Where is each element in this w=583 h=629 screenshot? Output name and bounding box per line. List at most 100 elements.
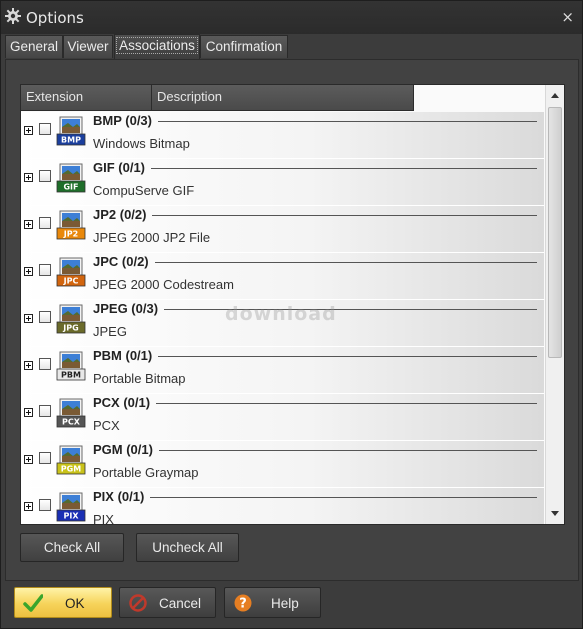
extension-description: Windows Bitmap [93,136,190,151]
options-window: Options × General Viewer Associations Co… [0,0,583,629]
svg-text:PBM: PBM [61,371,81,380]
image-file-icon: PCX [56,398,86,428]
title-bar[interactable]: Options × [1,1,582,34]
expand-icon[interactable] [24,267,33,276]
extension-list[interactable]: Extension Description BMP BMP (0/3) Window… [20,84,565,525]
expand-icon[interactable] [24,220,33,229]
help-icon: ? [234,594,252,612]
svg-text:JP2: JP2 [63,230,78,239]
help-button[interactable]: ? Help [224,587,321,618]
gear-icon [5,8,21,24]
row-checkbox[interactable] [39,123,51,135]
extension-name: BMP (0/3) [93,113,152,128]
extension-name: PIX (0/1) [93,489,145,504]
cancel-label: Cancel [159,596,202,611]
checkmark-icon [23,594,43,612]
image-file-icon: JPG [56,304,86,334]
column-extension[interactable]: Extension [21,85,152,111]
expand-icon[interactable] [24,455,33,464]
separator-line [158,356,537,357]
tab-associations[interactable]: Associations [114,34,200,59]
extension-name: JPC (0/2) [93,254,149,269]
window-title: Options [26,9,84,27]
row-checkbox[interactable] [39,217,51,229]
row-checkbox[interactable] [39,405,51,417]
row-checkbox[interactable] [39,264,51,276]
expand-icon[interactable] [24,126,33,135]
extension-description: JPEG [93,324,127,339]
scroll-down-arrow-icon[interactable] [551,511,559,516]
image-file-icon: PGM [56,445,86,475]
extension-name: JPEG (0/3) [93,301,159,316]
image-file-icon: PIX [56,492,86,522]
expand-icon[interactable] [24,502,33,511]
image-file-icon: JPC [56,257,86,287]
tab-viewer[interactable]: Viewer [63,35,113,58]
separator-line [164,309,537,310]
image-file-icon: BMP [56,116,86,146]
column-description[interactable]: Description [152,85,414,111]
row-checkbox[interactable] [39,452,51,464]
list-item[interactable]: PCX PCX (0/1) PCX [21,394,544,441]
help-label: Help [271,596,299,611]
svg-text:JPC: JPC [63,277,79,286]
separator-line [152,215,537,216]
image-file-icon: GIF [56,163,86,193]
extension-description: Portable Bitmap [93,371,186,386]
extension-name: PGM (0/1) [93,442,153,457]
svg-text:JPG: JPG [62,324,78,333]
list-item[interactable]: PIX PIX (0/1) PIX [21,488,544,525]
svg-text:PIX: PIX [63,512,79,521]
svg-text:?: ? [239,597,247,612]
row-checkbox[interactable] [39,311,51,323]
extension-name: JP2 (0/2) [93,207,147,222]
tab-general[interactable]: General [5,35,63,58]
image-file-icon: JP2 [56,210,86,240]
cancel-button[interactable]: Cancel [119,587,216,618]
extension-name: GIF (0/1) [93,160,146,175]
ok-button[interactable]: OK [14,587,112,618]
uncheck-all-button[interactable]: Uncheck All [136,533,239,562]
list-item[interactable]: PGM PGM (0/1) Portable Graymap [21,441,544,488]
check-all-button[interactable]: Check All [20,533,124,562]
separator-line [151,168,537,169]
extension-description: PCX [93,418,120,433]
ok-label: OK [65,596,85,611]
list-item[interactable]: JPC JPC (0/2) JPEG 2000 Codestream [21,253,544,300]
separator-line [159,450,537,451]
expand-icon[interactable] [24,408,33,417]
watermark-text: download [225,303,337,325]
associations-panel: Extension Description BMP BMP (0/3) Window… [5,59,579,581]
expand-icon[interactable] [24,173,33,182]
row-checkbox[interactable] [39,499,51,511]
image-file-icon: PBM [56,351,86,381]
separator-line [156,403,537,404]
extension-name: PBM (0/1) [93,348,153,363]
tab-confirmation[interactable]: Confirmation [200,35,288,58]
expand-icon[interactable] [24,314,33,323]
row-checkbox[interactable] [39,358,51,370]
extension-description: PIX [93,512,114,525]
extension-description: CompuServe GIF [93,183,195,198]
row-checkbox[interactable] [39,170,51,182]
extension-name: PCX (0/1) [93,395,151,410]
cancel-icon [129,594,147,612]
list-item[interactable]: PBM PBM (0/1) Portable Bitmap [21,347,544,394]
list-item[interactable]: GIF GIF (0/1) CompuServe GIF [21,159,544,206]
tab-confirmation-label: Confirmation [205,39,283,54]
vertical-scrollbar[interactable] [545,85,564,524]
scroll-thumb[interactable] [548,107,562,358]
svg-text:PCX: PCX [62,418,81,427]
svg-text:PGM: PGM [61,465,81,474]
list-item[interactable]: BMP BMP (0/3) Windows Bitmap [21,112,544,159]
separator-line [150,497,537,498]
scroll-up-arrow-icon[interactable] [551,93,559,98]
close-icon[interactable]: × [561,8,574,26]
tab-general-label: General [9,39,59,54]
separator-line [155,262,537,263]
extension-description: Portable Graymap [93,465,199,480]
svg-text:BMP: BMP [61,136,81,145]
list-item[interactable]: JP2 JP2 (0/2) JPEG 2000 JP2 File [21,206,544,253]
expand-icon[interactable] [24,361,33,370]
extension-description: JPEG 2000 Codestream [93,277,234,292]
